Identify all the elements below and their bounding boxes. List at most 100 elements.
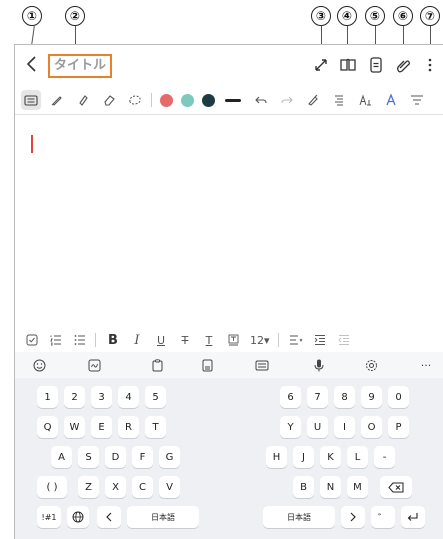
key-p[interactable]: P — [388, 416, 409, 438]
strikethrough-button[interactable]: T — [178, 331, 192, 349]
font-size-selector[interactable]: 12▾ — [250, 331, 270, 349]
pen-button[interactable] — [47, 90, 67, 110]
key-b[interactable]: B — [293, 476, 314, 498]
note-canvas[interactable] — [15, 115, 443, 330]
key-g[interactable]: G — [159, 446, 180, 468]
cursor-left-key[interactable] — [97, 506, 121, 528]
key-6[interactable]: 6 — [280, 386, 301, 408]
numbered-list-button[interactable] — [49, 331, 63, 349]
color-swatch-red[interactable] — [160, 93, 173, 107]
key-9[interactable]: 9 — [361, 386, 382, 408]
key-o[interactable]: O — [361, 416, 382, 438]
color-swatch-navy[interactable] — [202, 93, 215, 107]
split-keyboard-button[interactable] — [198, 356, 216, 374]
note-list-button[interactable] — [367, 56, 385, 74]
text-color-button[interactable]: T — [202, 331, 216, 349]
format-button[interactable] — [407, 90, 427, 110]
globe-key[interactable] — [67, 506, 89, 528]
voice-input-button[interactable] — [310, 356, 328, 374]
key-q[interactable]: Q — [37, 416, 58, 438]
color-swatch-teal[interactable] — [181, 93, 194, 107]
italic-button[interactable]: I — [130, 331, 144, 349]
attach-icon — [397, 60, 410, 73]
text-style-button[interactable] — [381, 90, 401, 110]
key-hyphen[interactable]: - — [374, 446, 395, 468]
key-c[interactable]: C — [132, 476, 153, 498]
handwriting-button[interactable] — [85, 356, 103, 374]
key-d[interactable]: D — [105, 446, 126, 468]
key-5[interactable]: 5 — [145, 386, 166, 408]
title-input[interactable]: タイトル — [48, 54, 113, 78]
key-z[interactable]: Z — [78, 476, 99, 498]
key-i[interactable]: I — [334, 416, 355, 438]
undo-button[interactable] — [251, 90, 271, 110]
key-t[interactable]: T — [145, 416, 166, 438]
more-options-button[interactable] — [421, 56, 439, 74]
key-u[interactable]: U — [307, 416, 328, 438]
keyboard-mode-toggle[interactable] — [253, 356, 271, 374]
underline-button[interactable]: U — [154, 331, 168, 349]
key-n[interactable]: N — [320, 476, 341, 498]
font-size-button[interactable] — [355, 90, 375, 110]
key-w[interactable]: W — [64, 416, 85, 438]
back-button[interactable] — [25, 55, 43, 75]
callout-row: ① ② ③ ④ ⑤ ⑥ ⑦ — [0, 0, 443, 36]
app-bar: タイトル — [15, 45, 443, 85]
indent-button[interactable] — [313, 331, 327, 349]
key-a[interactable]: A — [51, 446, 72, 468]
undo-icon — [255, 96, 267, 104]
key-0[interactable]: 0 — [388, 386, 409, 408]
key-8[interactable]: 8 — [334, 386, 355, 408]
outdent-button[interactable] — [337, 331, 351, 349]
book-view-button[interactable] — [339, 56, 357, 74]
highlighter-button[interactable] — [73, 90, 93, 110]
redo-button[interactable] — [277, 90, 297, 110]
key-e[interactable]: E — [91, 416, 112, 438]
key-y[interactable]: Y — [280, 416, 301, 438]
keyboard-mode-button[interactable] — [21, 90, 41, 110]
device-screen: タイトル B I U T T 12▾ ··· 1 2 3 4 5 6 7 8 9… — [14, 44, 443, 539]
symbol-key[interactable]: !#1 — [37, 506, 61, 528]
enter-key[interactable] — [401, 506, 425, 528]
key-f[interactable]: F — [132, 446, 153, 468]
key-7[interactable]: 7 — [307, 386, 328, 408]
text-align-button[interactable] — [329, 90, 349, 110]
key-j[interactable]: J — [293, 446, 314, 468]
dakuten-key[interactable]: ゛ — [371, 506, 395, 528]
key-m[interactable]: M — [347, 476, 368, 498]
cursor-right-key[interactable] — [341, 506, 365, 528]
key-k[interactable]: K — [320, 446, 341, 468]
key-2[interactable]: 2 — [64, 386, 85, 408]
lasso-button[interactable] — [125, 90, 145, 110]
emoji-button[interactable] — [30, 356, 48, 374]
checkbox-button[interactable] — [25, 331, 39, 349]
key-r[interactable]: R — [118, 416, 139, 438]
key-3[interactable]: 3 — [91, 386, 112, 408]
clipboard-button[interactable] — [148, 356, 166, 374]
pen-settings-button[interactable] — [303, 90, 323, 110]
format-divider — [95, 333, 96, 347]
space-key-left[interactable]: 日本語 — [127, 506, 199, 528]
callout-5: ⑤ — [365, 6, 385, 26]
space-key-right[interactable]: 日本語 — [263, 506, 335, 528]
eraser-button[interactable] — [99, 90, 119, 110]
backspace-key[interactable] — [380, 476, 412, 498]
key-h[interactable]: H — [266, 446, 287, 468]
text-background-button[interactable] — [226, 331, 240, 349]
keyboard-settings-button[interactable] — [362, 356, 380, 374]
line-thickness-button[interactable] — [225, 98, 241, 102]
key-v[interactable]: V — [159, 476, 180, 498]
expand-button[interactable] — [312, 56, 330, 74]
paragraph-align-button[interactable] — [289, 331, 303, 349]
key-parentheses[interactable]: ( ) — [37, 476, 67, 498]
bullet-list-button[interactable] — [73, 331, 87, 349]
key-4[interactable]: 4 — [118, 386, 139, 408]
key-x[interactable]: X — [105, 476, 126, 498]
attach-button[interactable] — [395, 56, 413, 74]
bold-button[interactable]: B — [106, 331, 120, 349]
emoji-icon — [33, 359, 45, 371]
key-1[interactable]: 1 — [37, 386, 58, 408]
key-s[interactable]: S — [78, 446, 99, 468]
key-l[interactable]: L — [347, 446, 368, 468]
keyboard-more-button[interactable]: ··· — [417, 356, 435, 374]
